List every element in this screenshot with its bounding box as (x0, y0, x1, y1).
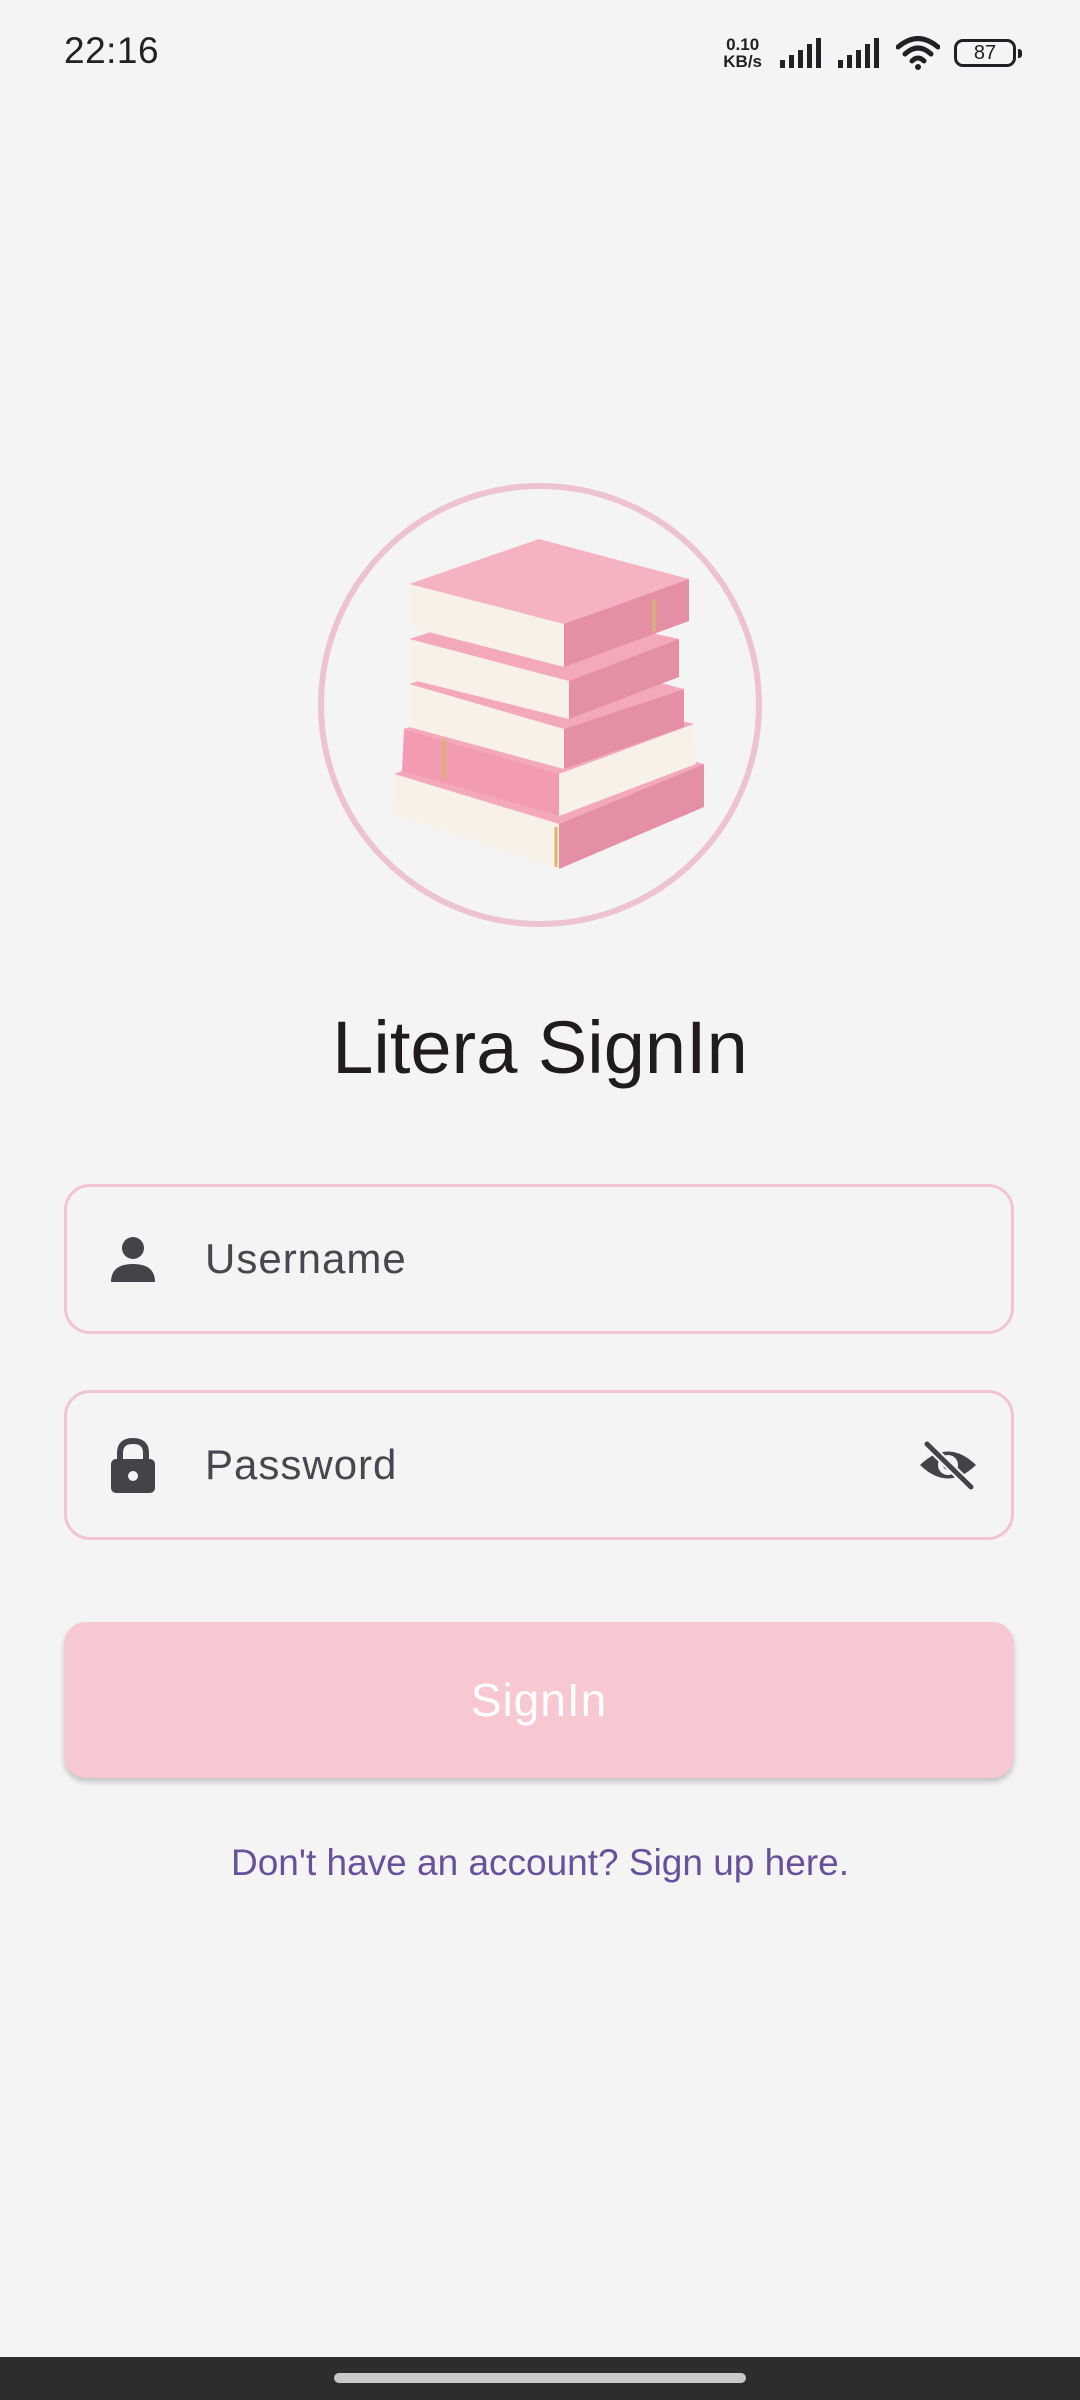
app-logo (318, 483, 762, 927)
username-field[interactable] (64, 1184, 1014, 1334)
network-speed-value: 0.10 (726, 35, 760, 54)
wifi-icon (896, 36, 940, 70)
eye-off-icon[interactable] (915, 1432, 981, 1498)
book-stack-icon (392, 539, 704, 869)
signal-icon (780, 38, 824, 68)
lock-icon (103, 1435, 163, 1495)
status-time: 22:16 (64, 30, 160, 71)
status-icons: 0.10 KB/s 87 (723, 30, 1022, 76)
home-gesture-handle[interactable] (334, 2373, 746, 2383)
network-speed: 0.10 KB/s (723, 36, 762, 70)
navigation-bar (0, 2357, 1080, 2400)
password-input[interactable] (203, 1392, 915, 1538)
status-bar: 22:16 0.10 KB/s 87 (0, 0, 1080, 104)
battery-icon: 87 (954, 39, 1022, 67)
network-speed-unit: KB/s (723, 52, 762, 71)
password-field[interactable] (64, 1390, 1014, 1540)
username-input[interactable] (203, 1186, 1011, 1332)
page-title: Litera SignIn (332, 1006, 748, 1089)
signal-icon (838, 38, 882, 68)
signup-link[interactable]: Don't have an account? Sign up here. (0, 1842, 1080, 1884)
battery-level: 87 (973, 41, 997, 64)
signin-button[interactable]: SignIn (64, 1622, 1014, 1778)
person-icon (103, 1229, 163, 1289)
